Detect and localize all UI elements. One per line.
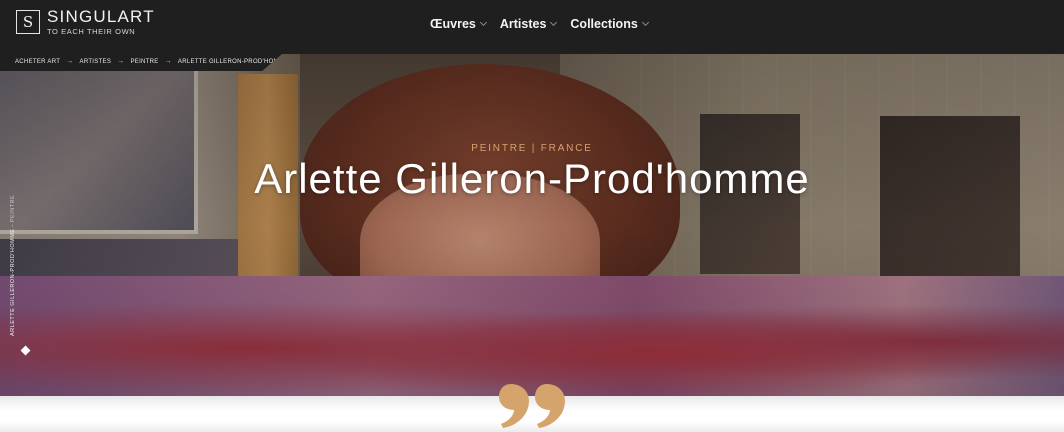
brand-logo[interactable]: S SINGULART TO EACH THEIR OWN [16,7,155,37]
breadcrumb-link-peintre[interactable]: PEINTRE [130,59,158,65]
vertical-artist-name: ARLETTE GILLERON-PROD'HOMME [10,228,16,336]
breadcrumb-arrow-icon: → [66,58,74,65]
brand-tagline: TO EACH THEIR OWN [47,27,136,36]
chevron-down-icon [550,18,558,27]
breadcrumb-arrow-icon: → [164,58,172,65]
menu-item-collections[interactable]: Collections [570,17,649,31]
brand-text: SINGULART TO EACH THEIR OWN [47,7,155,37]
vertical-separator: - [10,222,16,227]
hero-overlay [0,54,1064,396]
breadcrumb-bar: ACHETER ART → ARTISTES → PEINTRE → ARLET… [0,54,282,71]
artist-name-title: Arlette Gilleron-Prod'homme [254,155,810,202]
breadcrumb: ACHETER ART → ARTISTES → PEINTRE → ARLET… [15,58,282,65]
menu-item-artistes[interactable]: Artistes [499,17,558,31]
brand-name: SINGULART [47,7,155,26]
breadcrumb-arrow-icon: → [117,58,125,65]
breadcrumb-link-artistes[interactable]: ARTISTES [80,59,112,65]
chevron-down-icon [479,18,487,27]
top-navigation: S SINGULART TO EACH THEIR OWN Œuvres Art… [0,0,1064,54]
double-quote-icon [499,384,565,428]
vertical-artist-role: PEINTRE [10,194,16,223]
singulart-logo-icon: S [16,10,40,34]
menu-item-label: Œuvres [430,17,476,31]
artist-subtitle: PEINTRE | FRANCE [471,143,593,154]
vertical-artist-label: ARLETTE GILLERON-PROD'HOMME - PEINTRE [10,195,16,336]
menu-item-oeuvres[interactable]: Œuvres [430,17,487,31]
breadcrumb-link-acheter-art[interactable]: ACHETER ART [15,59,60,65]
chevron-down-icon [641,18,649,27]
hero-banner [0,54,1064,396]
menu-item-label: Artistes [499,17,547,31]
main-menu: Œuvres Artistes Collections [430,17,649,31]
menu-item-label: Collections [570,17,638,31]
